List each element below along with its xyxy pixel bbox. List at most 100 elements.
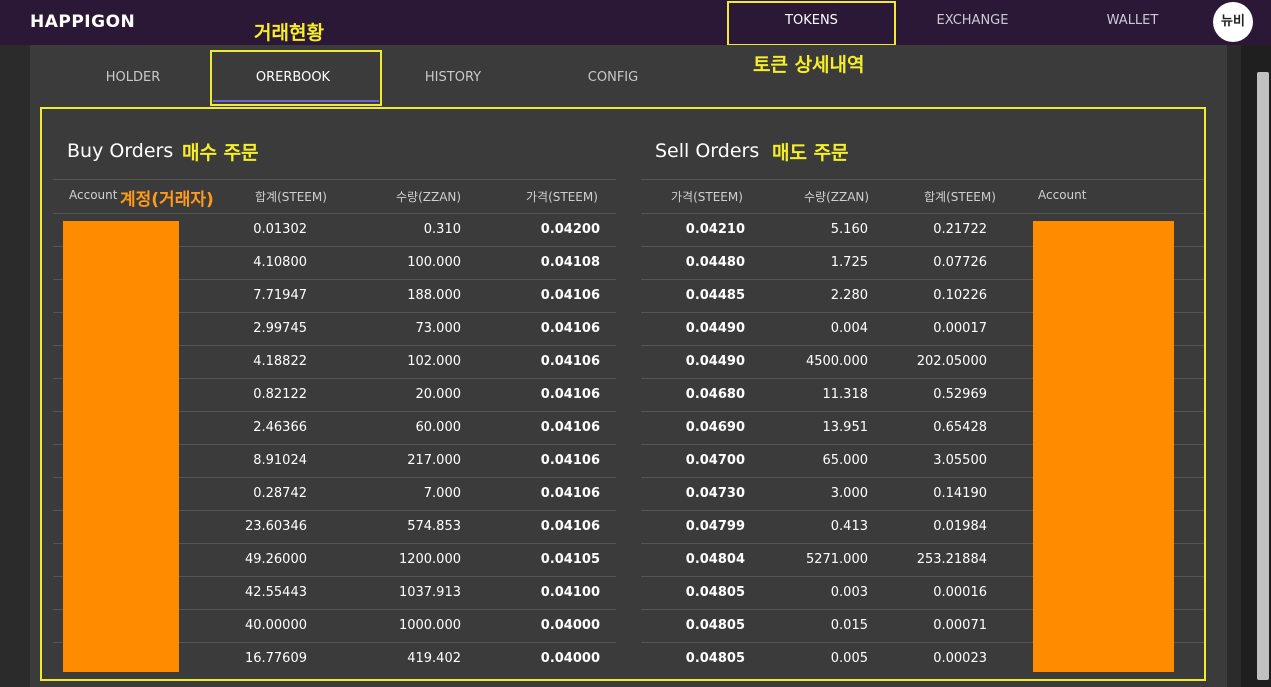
- sell-header-total: 합계(STEEM): [924, 190, 996, 204]
- sell-row-price: 0.04485: [685, 288, 745, 303]
- buy-header-account: Account: [69, 188, 118, 202]
- sell-row-price: 0.04804: [685, 552, 745, 567]
- buy-header-amount: 수량(ZZAN): [396, 190, 462, 204]
- sell-row-price: 0.04805: [685, 618, 745, 633]
- sell-row-total: 0.10226: [933, 288, 987, 303]
- sell-row-amount: 0.005: [830, 651, 868, 666]
- sell-row-price: 0.04805: [685, 651, 745, 666]
- buy-row-total: 0.82122: [253, 387, 307, 402]
- buy-row-amount: 102.000: [407, 354, 461, 369]
- buy-row-price: 0.04106: [540, 321, 600, 336]
- app-logo[interactable]: HAPPIGON: [30, 12, 135, 32]
- buy-row-price: 0.04105: [540, 552, 600, 567]
- sell-header-bottom-line: [641, 213, 1204, 214]
- sell-row-price: 0.04799: [685, 519, 745, 534]
- buy-row-price: 0.04106: [540, 354, 600, 369]
- sell-row-amount: 13.951: [822, 420, 869, 435]
- annotation-trade-status: 거래현황: [254, 22, 324, 44]
- buy-row-price: 0.04106: [540, 453, 600, 468]
- tab-config[interactable]: CONFIG: [533, 70, 693, 85]
- buy-row-total: 2.46366: [253, 420, 307, 435]
- sell-orders-title: Sell Orders: [655, 140, 760, 162]
- sell-row-price: 0.04680: [685, 387, 745, 402]
- buy-row-price: 0.04106: [540, 519, 600, 534]
- buy-row-amount: 1000.000: [398, 618, 461, 633]
- buy-row-amount: 217.000: [407, 453, 461, 468]
- buy-row-total: 7.71947: [253, 288, 307, 303]
- sell-row-total: 0.52969: [933, 387, 987, 402]
- sell-row-total: 0.01984: [933, 519, 987, 534]
- annotation-sell-orders: 매도 주문: [772, 142, 849, 164]
- buy-row-amount: 1037.913: [398, 585, 461, 600]
- sell-row-price: 0.04210: [685, 222, 745, 237]
- buy-row-total: 0.01302: [253, 222, 307, 237]
- sell-row-total: 0.07726: [933, 255, 987, 270]
- buy-row-total: 8.91024: [253, 453, 307, 468]
- orderbook-content: [40, 107, 1206, 681]
- sell-row-total: 0.21722: [933, 222, 987, 237]
- sell-row-total: 0.65428: [933, 420, 987, 435]
- buy-row-price: 0.04000: [540, 651, 600, 666]
- buy-row-price: 0.04106: [540, 420, 600, 435]
- sell-row-price: 0.04690: [685, 420, 745, 435]
- buy-orders-title: Buy Orders: [67, 140, 174, 162]
- nav-exchange[interactable]: EXCHANGE: [900, 13, 1045, 28]
- buy-row-total: 0.28742: [253, 486, 307, 501]
- sell-row-total: 253.21884: [916, 552, 987, 567]
- sell-row-amount: 0.003: [830, 585, 868, 600]
- buy-row-amount: 1200.000: [398, 552, 461, 567]
- buy-row-price: 0.04106: [540, 486, 600, 501]
- buy-row-total: 16.77609: [244, 651, 307, 666]
- buy-row-total: 2.99745: [253, 321, 307, 336]
- buy-row-amount: 0.310: [423, 222, 461, 237]
- buy-row-price: 0.04100: [540, 585, 600, 600]
- sell-row-total: 0.14190: [933, 486, 987, 501]
- sell-header-account: Account: [1038, 188, 1087, 202]
- sell-row-price: 0.04480: [685, 255, 745, 270]
- sell-row-price: 0.04490: [685, 354, 745, 369]
- buy-row-amount: 60.000: [415, 420, 462, 435]
- buy-row-total: 49.26000: [244, 552, 307, 567]
- annotation-buy-orders: 매수 주문: [182, 142, 259, 164]
- buy-row-amount: 419.402: [407, 651, 461, 666]
- buy-header-total: 합계(STEEM): [255, 190, 327, 204]
- sell-row-amount: 5271.000: [805, 552, 868, 567]
- sell-row-price: 0.04805: [685, 585, 745, 600]
- buy-row-price: 0.04106: [540, 288, 600, 303]
- buy-header-bottom-line: [53, 213, 616, 214]
- buy-row-amount: 188.000: [407, 288, 461, 303]
- buy-row-amount: 100.000: [407, 255, 461, 270]
- buy-row-price: 0.04108: [540, 255, 600, 270]
- sell-row-amount: 65.000: [822, 453, 869, 468]
- buy-row-amount: 7.000: [423, 486, 461, 501]
- buy-row-price: 0.04200: [540, 222, 600, 237]
- sell-row-total: 202.05000: [916, 354, 987, 369]
- redacted-buy-accounts: [63, 221, 179, 672]
- buy-row-total: 40.00000: [244, 618, 307, 633]
- buy-row-total: 42.55443: [244, 585, 307, 600]
- sell-row-total: 0.00016: [933, 585, 987, 600]
- annotation-token-detail: 토큰 상세내역: [753, 54, 865, 76]
- sell-row-amount: 1.725: [830, 255, 868, 270]
- user-avatar[interactable]: 뉴비: [1213, 2, 1253, 42]
- buy-header-price: 가격(STEEM): [526, 190, 598, 204]
- nav-wallet[interactable]: WALLET: [1060, 13, 1205, 28]
- sell-row-price: 0.04730: [685, 486, 745, 501]
- sell-row-amount: 0.004: [830, 321, 868, 336]
- buy-row-price: 0.04106: [540, 387, 600, 402]
- buy-row-total: 4.10800: [253, 255, 307, 270]
- buy-row-price: 0.04000: [540, 618, 600, 633]
- buy-header-top-line: [53, 179, 616, 180]
- redacted-sell-accounts: [1033, 221, 1174, 672]
- scrollbar-thumb[interactable]: [1257, 72, 1269, 680]
- sell-row-amount: 11.318: [822, 387, 869, 402]
- tab-holder[interactable]: HOLDER: [53, 70, 213, 85]
- buy-row-amount: 20.000: [415, 387, 462, 402]
- sell-row-total: 0.00023: [933, 651, 987, 666]
- tab-history[interactable]: HISTORY: [373, 70, 533, 85]
- buy-row-total: 23.60346: [244, 519, 307, 534]
- sell-row-amount: 3.000: [830, 486, 868, 501]
- sell-header-price: 가격(STEEM): [671, 190, 743, 204]
- buy-row-amount: 574.853: [407, 519, 461, 534]
- sell-row-amount: 4500.000: [805, 354, 868, 369]
